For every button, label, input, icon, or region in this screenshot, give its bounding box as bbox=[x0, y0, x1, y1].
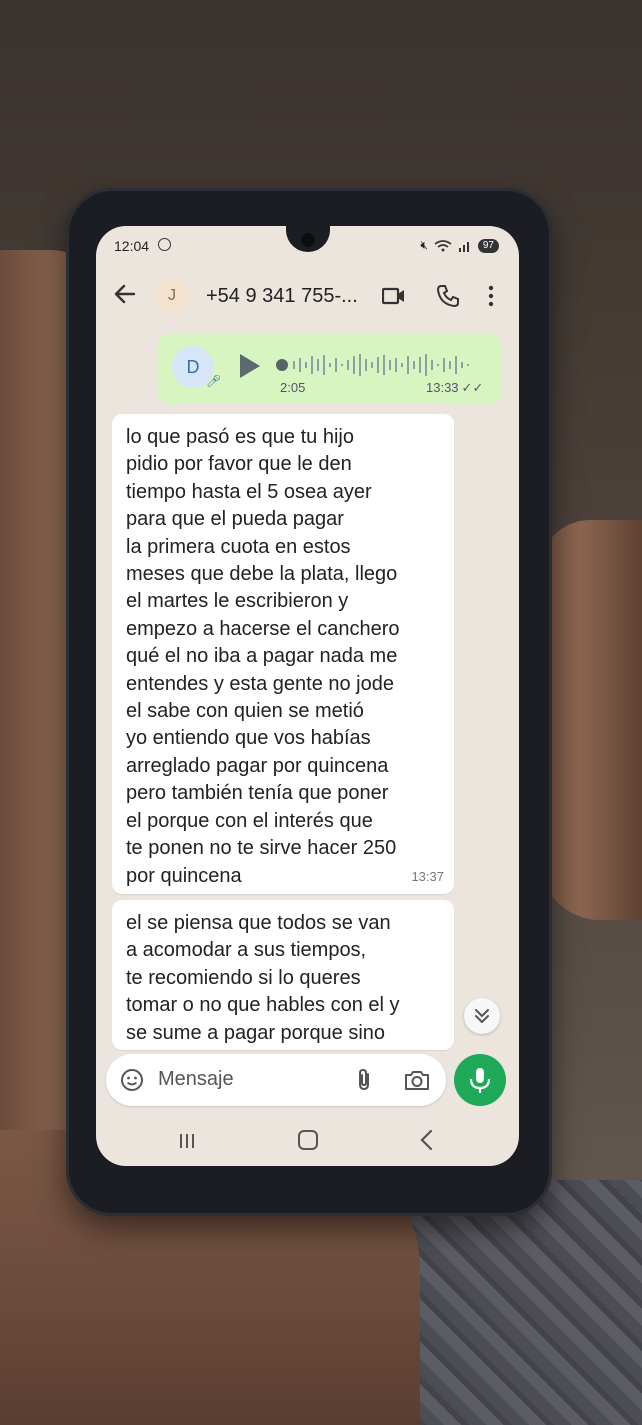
audio-waveform[interactable] bbox=[276, 352, 482, 378]
background-hand-right bbox=[540, 520, 642, 920]
scroll-to-bottom-button[interactable] bbox=[464, 998, 500, 1034]
camera-icon[interactable] bbox=[404, 1068, 430, 1092]
message-input[interactable]: Mensaje bbox=[158, 1068, 234, 1091]
battery-indicator: 97 bbox=[477, 238, 499, 253]
phone-screen: 12:04 🔇︎ 97 J +54 9 341 755-... D 🎤︎ 2:0… bbox=[96, 226, 519, 1166]
contact-avatar[interactable]: J bbox=[154, 278, 190, 314]
microphone-icon: 🎤︎ bbox=[206, 374, 222, 388]
chat-header: J +54 9 341 755-... bbox=[96, 272, 519, 320]
status-icons: 🔇︎ 97 bbox=[420, 238, 499, 253]
voice-message-bubble[interactable]: D 🎤︎ 2:05 13:33 ✓✓ bbox=[158, 334, 502, 404]
mute-icon: 🔇︎ bbox=[420, 238, 428, 252]
play-icon[interactable] bbox=[240, 354, 260, 378]
home-button[interactable] bbox=[298, 1130, 318, 1150]
incoming-message[interactable]: lo que pasó es que tu hijo pidio por fav… bbox=[112, 414, 454, 894]
message-timestamp: 13:37 bbox=[411, 868, 444, 884]
signal-icon bbox=[458, 241, 469, 252]
microphone-icon bbox=[469, 1068, 491, 1093]
double-check-icon: ✓✓ bbox=[461, 380, 484, 395]
incoming-message[interactable]: el se piensa que todos se van a acomodar… bbox=[112, 900, 454, 1050]
nav-back-icon[interactable] bbox=[416, 1128, 438, 1152]
status-bar: 12:04 🔇︎ 97 bbox=[96, 234, 519, 260]
voice-duration: 2:05 bbox=[280, 380, 306, 395]
attach-icon[interactable] bbox=[354, 1068, 374, 1092]
recent-apps-icon[interactable] bbox=[178, 1132, 196, 1150]
voice-record-button[interactable] bbox=[454, 1054, 506, 1106]
more-options-icon[interactable] bbox=[486, 284, 496, 308]
message-composer[interactable]: Mensaje bbox=[106, 1054, 446, 1106]
voice-timestamp: 13:33 ✓✓ bbox=[426, 380, 484, 395]
emoji-icon[interactable] bbox=[120, 1068, 144, 1092]
message-text: el se piensa que todos se van a acomodar… bbox=[126, 912, 400, 1044]
message-text: lo que pasó es que tu hijo pidio por fav… bbox=[126, 426, 400, 887]
video-call-icon[interactable] bbox=[382, 286, 406, 306]
phone-call-icon[interactable] bbox=[436, 284, 460, 308]
whatsapp-notification-icon bbox=[158, 238, 171, 251]
system-navigation-bar bbox=[96, 1120, 519, 1164]
chevron-down-icon bbox=[475, 1009, 489, 1023]
status-time: 12:04 bbox=[114, 238, 150, 254]
wifi-icon bbox=[434, 239, 452, 251]
back-arrow-icon[interactable] bbox=[112, 280, 138, 308]
contact-name[interactable]: +54 9 341 755-... bbox=[206, 285, 358, 308]
